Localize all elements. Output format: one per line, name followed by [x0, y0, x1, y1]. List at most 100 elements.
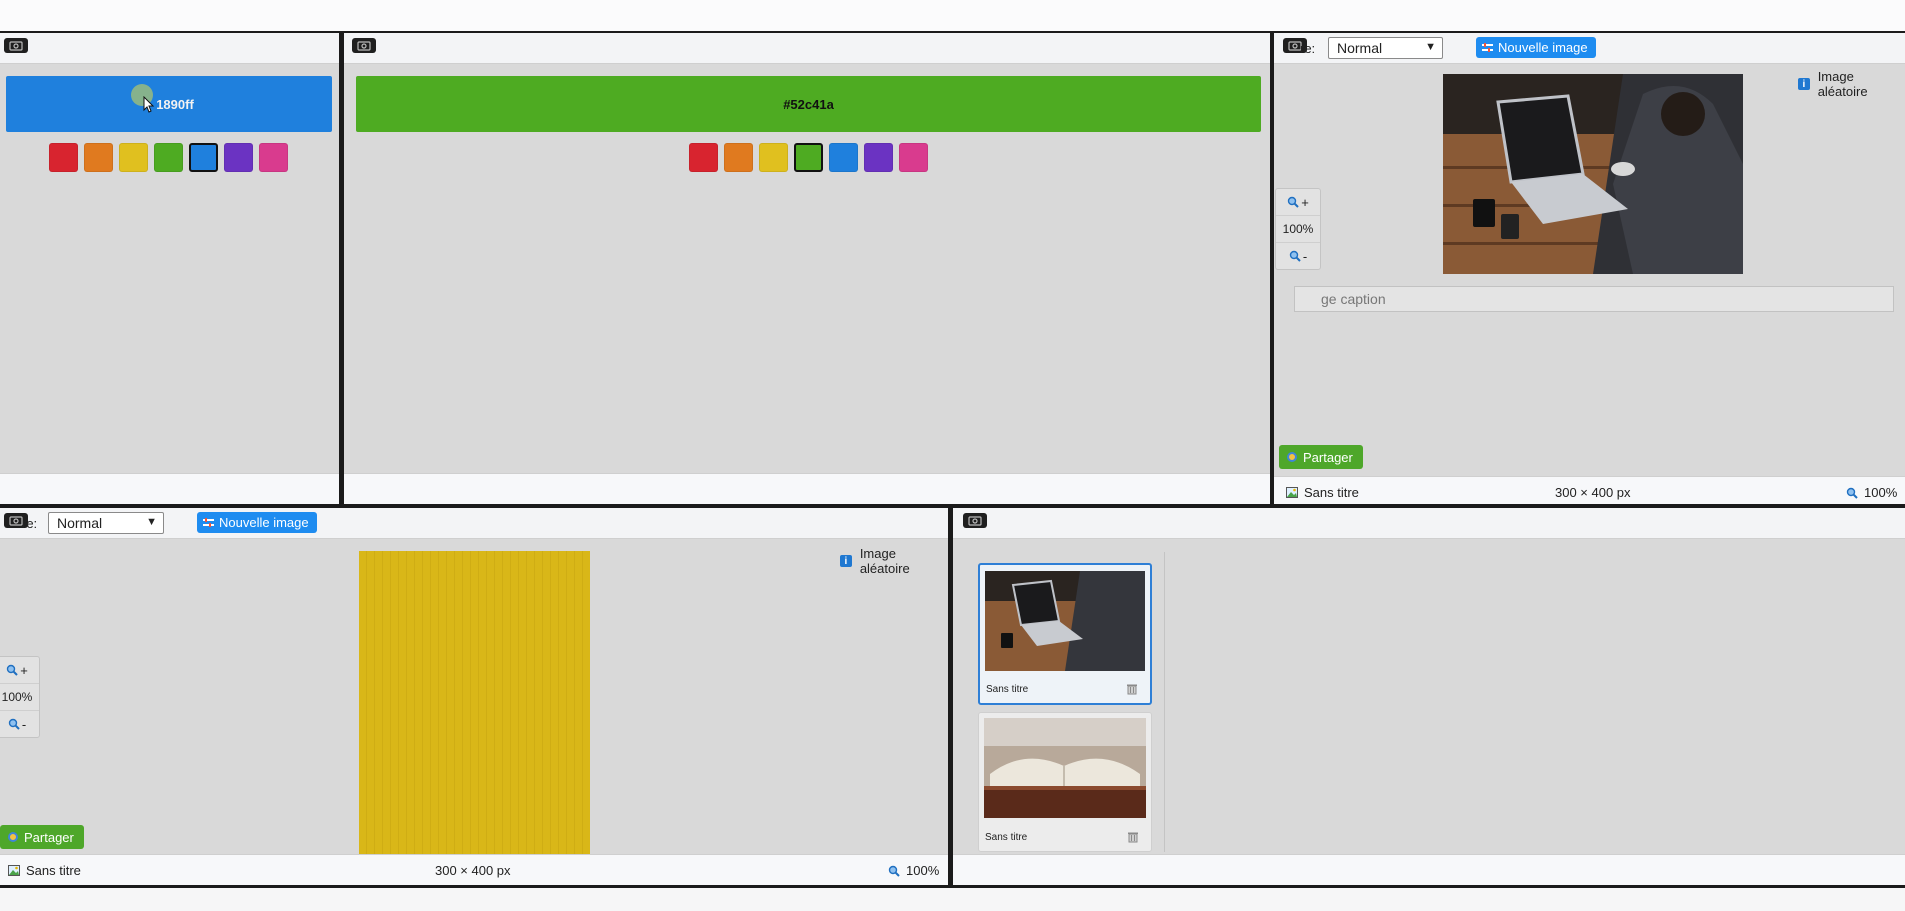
- footer-zoom-text: 100%: [906, 863, 940, 878]
- color-pane-center: #52c41a: [344, 33, 1270, 504]
- zoom-out-label: -: [1302, 248, 1308, 264]
- color-display-button[interactable]: #52c41a: [356, 76, 1261, 132]
- swatch-pink[interactable]: [259, 143, 288, 172]
- pane-header: [344, 33, 1270, 64]
- footer-title-text: Sans titre: [1304, 485, 1359, 500]
- color-hex-label: 1890ff: [156, 96, 194, 112]
- pane-footer: [0, 473, 339, 504]
- pane-footer: [344, 473, 1270, 504]
- zoom-out-label: -: [21, 716, 27, 732]
- mode-select[interactable]: Normal ▼: [1328, 37, 1443, 59]
- color-swatches: [49, 143, 288, 172]
- share-button[interactable]: Partager: [0, 825, 84, 849]
- pane-footer: Sans titre 300 × 400 px 100%: [0, 854, 948, 885]
- info-icon: i: [840, 555, 852, 567]
- caption-input[interactable]: ge caption: [1294, 286, 1894, 312]
- footer-zoom: 100%: [1846, 485, 1897, 500]
- footer-dimensions: 300 × 400 px: [435, 863, 511, 878]
- swatch-red[interactable]: [49, 143, 78, 172]
- screenshot-icon[interactable]: [352, 38, 376, 53]
- pane-header: [953, 508, 1905, 539]
- random-image-label: Image aléatoire: [859, 546, 910, 576]
- swatch-yellow[interactable]: [119, 143, 148, 172]
- swatch-orange[interactable]: [84, 143, 113, 172]
- gallery-pane: Sans titre Sans titre: [953, 508, 1905, 885]
- zoom-out-button[interactable]: -: [1276, 243, 1320, 269]
- sliders-icon: [203, 517, 214, 527]
- new-image-button[interactable]: Nouvelle image: [197, 512, 317, 533]
- random-image-info[interactable]: i Image aléatoire: [1798, 69, 1905, 99]
- footer-title: Sans titre: [1286, 485, 1359, 500]
- gallery-thumbnail[interactable]: Sans titre: [978, 563, 1152, 705]
- zoom-out-button[interactable]: -: [0, 711, 39, 737]
- color-pane-left: 1890ff: [0, 33, 339, 504]
- pane-header: re: Normal ▼ Nouvelle image: [0, 508, 948, 539]
- screenshot-icon[interactable]: [4, 38, 28, 53]
- screenshot-icon[interactable]: [963, 513, 987, 528]
- swatch-pink[interactable]: [899, 143, 928, 172]
- footer-zoom: 100%: [888, 863, 939, 878]
- swatch-blue[interactable]: [189, 143, 218, 172]
- share-icon: [1287, 452, 1297, 462]
- zoom-in-button[interactable]: +: [1276, 189, 1320, 215]
- swatch-orange[interactable]: [724, 143, 753, 172]
- footer-dimensions: 300 × 400 px: [1555, 485, 1631, 500]
- magnifier-icon: [1289, 250, 1301, 262]
- magnifier-icon: [1846, 487, 1858, 499]
- random-image-info[interactable]: i Image aléatoire: [840, 546, 948, 576]
- share-icon: [8, 832, 18, 842]
- zoom-controls: + 100% -: [0, 656, 40, 738]
- mode-select-value: Normal: [57, 515, 103, 531]
- book-thumbnail: [984, 718, 1146, 818]
- image-pane-bottom-left: re: Normal ▼ Nouvelle image i Image aléa…: [0, 508, 948, 885]
- zoom-in-label: +: [20, 662, 28, 678]
- swatch-blue[interactable]: [829, 143, 858, 172]
- color-display-button[interactable]: 1890ff: [6, 76, 332, 132]
- pane-border: [0, 885, 1905, 888]
- mode-select-value: Normal: [1337, 40, 1383, 56]
- new-image-button[interactable]: Nouvelle image: [1476, 37, 1596, 58]
- trash-icon[interactable]: [1127, 831, 1139, 843]
- image-icon: [8, 865, 20, 876]
- pane-header: [0, 33, 339, 64]
- zoom-in-label: +: [1301, 194, 1309, 210]
- color-swatches: [689, 143, 928, 172]
- footer-zoom-text: 100%: [1864, 485, 1898, 500]
- swatch-green[interactable]: [154, 143, 183, 172]
- magnifier-icon: [7, 664, 18, 676]
- chevron-down-icon: ▼: [146, 516, 157, 528]
- sliders-icon: [1482, 42, 1493, 52]
- gallery-divider: [1164, 552, 1165, 852]
- mode-label: re:: [1300, 41, 1316, 56]
- zoom-in-button[interactable]: +: [0, 657, 39, 683]
- pane-footer: Sans titre 300 × 400 px 100%: [1274, 476, 1905, 507]
- swatch-purple[interactable]: [864, 143, 893, 172]
- thumbnail-label: Sans titre: [986, 684, 1029, 695]
- top-toolbar: [0, 0, 1905, 33]
- gallery-thumbnail[interactable]: Sans titre: [978, 712, 1152, 852]
- magnifier-icon: [8, 718, 20, 730]
- zoom-percent: 100%: [0, 683, 39, 711]
- color-hex-label: #52c41a: [783, 96, 834, 112]
- zoom-percent: 100%: [1276, 215, 1320, 243]
- swatch-purple[interactable]: [224, 143, 253, 172]
- trash-icon[interactable]: [1126, 683, 1138, 695]
- footer-title-text: Sans titre: [26, 863, 81, 878]
- share-button[interactable]: Partager: [1279, 445, 1363, 469]
- magnifier-icon: [888, 865, 900, 877]
- thumbnail-label: Sans titre: [985, 832, 1028, 843]
- chevron-down-icon: ▼: [1425, 41, 1436, 53]
- mode-label: re:: [22, 516, 38, 531]
- swatch-green[interactable]: [794, 143, 823, 172]
- swatch-yellow[interactable]: [759, 143, 788, 172]
- share-label: Partager: [1303, 449, 1353, 465]
- image-pane-right: re: Normal ▼ Nouvelle image i Image aléa…: [1274, 33, 1905, 507]
- mode-select[interactable]: Normal ▼: [48, 512, 164, 534]
- yellow-texture-image: [359, 551, 590, 856]
- share-label: Partager: [24, 829, 74, 845]
- swatch-red[interactable]: [689, 143, 718, 172]
- laptop-photo: [1443, 74, 1743, 274]
- mouse-cursor-icon: [143, 96, 155, 113]
- random-image-label: Image aléatoire: [1817, 69, 1868, 99]
- info-icon: i: [1798, 78, 1810, 90]
